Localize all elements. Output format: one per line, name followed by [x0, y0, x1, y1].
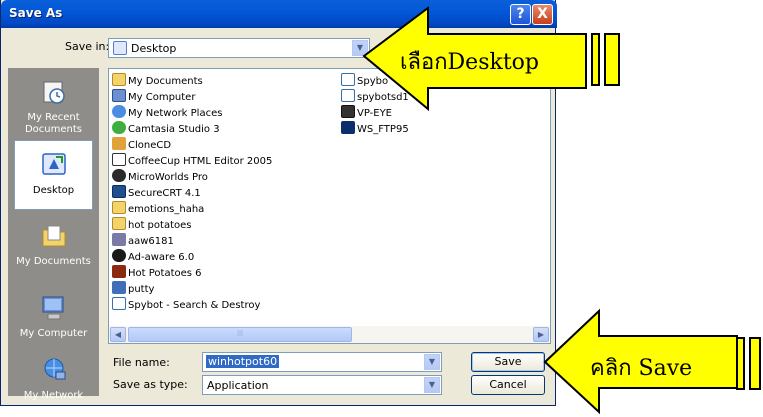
scroll-left-icon[interactable]: ◀ — [110, 327, 126, 342]
file-name-text: hot potatoes — [128, 220, 192, 231]
clonecd-icon — [112, 137, 126, 150]
my-computer-icon — [42, 296, 63, 320]
file-name-label: File name: — [113, 356, 170, 369]
file-name-text: Spybot - Search & Destroy — [128, 300, 261, 311]
place-label: Desktop — [32, 185, 75, 196]
callout-bar — [591, 33, 600, 86]
place-my-computer[interactable]: My Computer — [8, 284, 99, 354]
network-icon — [44, 358, 65, 380]
recent-documents-icon — [43, 81, 65, 104]
list-item[interactable]: CloneCD — [112, 137, 171, 153]
spybot-icon — [112, 297, 126, 310]
file-name-value: winhotpot60 — [206, 355, 280, 368]
chevron-down-icon[interactable]: ▼ — [424, 377, 440, 393]
place-desktop[interactable]: Desktop — [14, 140, 93, 210]
place-label: My Network — [23, 390, 84, 401]
app-icon — [112, 233, 126, 246]
microworlds-icon — [112, 169, 126, 182]
place-label: My Documents — [16, 256, 91, 267]
file-name-text: Ad-aware 6.0 — [128, 252, 195, 263]
list-item[interactable]: My Computer — [112, 89, 195, 105]
network-places-icon — [112, 105, 126, 118]
list-item[interactable]: Camtasia Studio 3 — [112, 121, 220, 137]
list-item[interactable]: emotions_haha — [112, 201, 204, 217]
list-item[interactable]: SecureCRT 4.1 — [112, 185, 201, 201]
dialog-title: Save As — [9, 6, 63, 20]
list-item[interactable]: putty — [112, 281, 154, 297]
camtasia-icon — [112, 121, 126, 134]
save-as-type-value: Application — [207, 379, 269, 392]
save-button[interactable]: Save — [471, 352, 545, 372]
desktop-small-icon — [113, 41, 127, 55]
place-my-documents[interactable]: My Documents — [8, 212, 99, 282]
my-documents-icon — [42, 225, 65, 247]
list-item[interactable]: My Documents — [112, 73, 203, 89]
file-name-text: putty — [128, 284, 155, 295]
file-name-text: Camtasia Studio 3 — [128, 124, 220, 135]
desktop-icon — [41, 153, 66, 175]
list-item[interactable]: CoffeeCup HTML Editor 2005 — [112, 153, 272, 169]
horizontal-scrollbar[interactable]: ◀ ||| ▶ — [109, 326, 550, 343]
list-item[interactable]: Ad-aware 6.0 — [112, 249, 194, 265]
places-bar: My Recent Documents Desktop My Documents — [8, 68, 99, 401]
save-in-dropdown[interactable]: Desktop ▼ — [108, 38, 370, 58]
file-name-text: Hot Potatoes 6 — [128, 268, 202, 279]
list-item[interactable]: My Network Places — [112, 105, 222, 121]
place-recent-documents[interactable]: My Recent Documents — [8, 68, 99, 138]
list-item[interactable]: aaw6181 — [112, 233, 174, 249]
folder-icon — [112, 201, 126, 214]
file-name-text: My Network Places — [128, 108, 223, 119]
callout-bar — [604, 33, 620, 86]
wsftp-icon — [341, 121, 355, 134]
file-name-text: My Computer — [128, 92, 196, 103]
place-my-network[interactable]: My Network — [8, 346, 99, 416]
callout-desktop-text: เลือกDesktop — [400, 50, 539, 75]
spybot-icon — [341, 89, 355, 102]
list-item[interactable]: hot potatoes — [112, 217, 191, 233]
coffeecup-icon — [112, 153, 126, 166]
save-in-value: Desktop — [131, 42, 177, 55]
place-label: My Recent Documents — [24, 112, 83, 135]
file-name-text: MicroWorlds Pro — [128, 172, 208, 183]
securecrt-icon — [112, 185, 126, 198]
computer-icon — [112, 89, 126, 102]
list-item[interactable]: WS_FTP95 — [341, 121, 409, 137]
file-name-input[interactable]: winhotpot60 ▼ — [202, 352, 442, 372]
callout-bar — [736, 337, 745, 390]
file-name-text: emotions_haha — [128, 204, 205, 215]
callout-bar — [749, 337, 761, 390]
folder-documents-icon — [112, 73, 126, 86]
file-name-text: WS_FTP95 — [357, 124, 409, 135]
adaware-icon — [112, 249, 126, 262]
file-name-text: My Documents — [128, 76, 203, 87]
save-as-type-label: Save as type: — [113, 378, 188, 391]
list-item[interactable]: Hot Potatoes 6 — [112, 265, 202, 281]
save-as-type-dropdown[interactable]: Application ▼ — [202, 375, 442, 395]
hotpotatoes-icon — [112, 265, 126, 278]
chevron-down-icon[interactable]: ▼ — [424, 354, 440, 370]
file-name-text: CoffeeCup HTML Editor 2005 — [128, 156, 273, 167]
place-label: My Computer — [19, 328, 88, 339]
callout-save-text: คลิก Save — [590, 356, 693, 381]
folder-icon — [112, 217, 126, 230]
putty-icon — [112, 281, 126, 294]
file-name-text: aaw6181 — [128, 236, 174, 247]
list-item[interactable]: Spybot - Search & Destroy — [112, 297, 260, 313]
file-name-text: SecureCRT 4.1 — [128, 188, 201, 199]
scrollbar-thumb[interactable]: ||| — [128, 327, 352, 342]
list-item[interactable]: MicroWorlds Pro — [112, 169, 208, 185]
cancel-button[interactable]: Cancel — [471, 375, 545, 395]
vp-eye-icon — [341, 105, 355, 118]
save-in-label: Save in: — [65, 40, 110, 53]
file-name-text: CloneCD — [128, 140, 172, 151]
spybot-icon — [341, 73, 355, 86]
